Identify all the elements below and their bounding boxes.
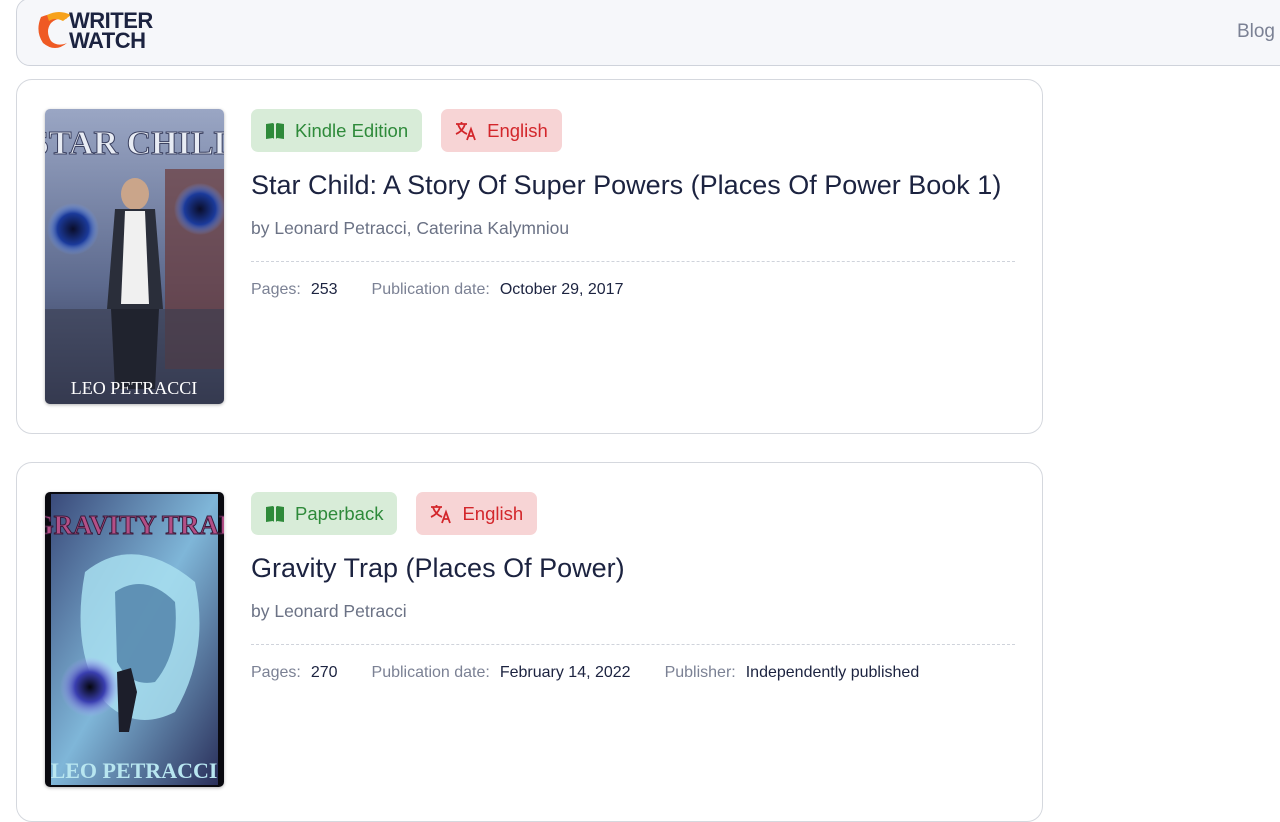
meta-pages: Pages: 253 [251,281,338,299]
language-badge-label: English [487,119,548,141]
language-badge: English [441,109,562,152]
book-title[interactable]: Star Child: A Story Of Super Powers (Pla… [251,170,1001,201]
book-open-icon [266,505,284,522]
meta-publisher-value: Independently published [745,664,920,681]
format-badge: Paperback [251,492,398,535]
book-cover-image[interactable]: STAR CHILD LEO PETRACCI [45,109,224,404]
book-authors: by Leonard Petracci [251,601,407,621]
format-badge-label: Paperback [295,502,384,524]
language-badge-label: English [462,502,524,524]
language-badge: English [416,492,538,535]
meta-pubdate-value: October 29, 2017 [499,281,624,298]
book-title[interactable]: Gravity Trap (Places Of Power) [251,553,625,584]
meta-pubdate: Publication date: October 29, 2017 [372,281,624,299]
nav-blog-link[interactable]: Blog [1237,21,1275,43]
meta-publisher: Publisher: Independently published [665,664,920,682]
logo-text-line2: WATCH [69,28,146,53]
meta-pubdate: Publication date: February 14, 2022 [372,664,631,682]
cover-author-text: LEO PETRACCI [51,758,218,783]
format-badge: Kindle Edition [251,109,423,152]
card-divider [251,644,1015,645]
book-authors: by Leonard Petracci, Caterina Kalymniou [251,218,570,238]
cover-title-text: STAR CHILD [45,125,224,163]
card-divider [251,261,1015,262]
logo-mark-icon [38,12,71,48]
format-badge-label: Kindle Edition [295,119,409,141]
meta-pages-value: 253 [310,281,338,298]
meta-publisher-label: Publisher: [664,664,736,681]
meta-pubdate-label: Publication date: [371,664,490,681]
translate-icon [431,504,452,523]
meta-pages-value: 270 [310,664,338,681]
book-meta: Pages: 270 Publication date: February 14… [251,664,953,682]
book-card[interactable]: GRAVITY TRAP LEO PETRACCI Paperback Engl… [16,462,1043,822]
book-badges: Paperback English [251,492,538,535]
translate-icon [455,121,476,140]
meta-pages-label: Pages: [251,664,301,681]
svg-text:GRAVITY TRAP: GRAVITY TRAP [45,510,224,540]
writerwatch-logo[interactable]: WRITER WATCH [37,10,177,55]
cover-title-text: GRAVITY TRAP [45,510,224,541]
book-open-icon [266,122,284,139]
book-cover-image[interactable]: GRAVITY TRAP LEO PETRACCI [45,492,224,787]
book-badges: Kindle Edition English [251,109,562,152]
cover-author-text: LEO PETRACCI [71,378,198,398]
svg-text:STAR CHILD: STAR CHILD [45,125,224,162]
meta-pubdate-value: February 14, 2022 [499,664,631,681]
meta-pages-label: Pages: [251,281,301,298]
top-navbar: WRITER WATCH Blog [16,0,1280,66]
book-card[interactable]: STAR CHILD LEO PETRACCI Kindle Edition E… [16,79,1043,434]
meta-pubdate-label: Publication date: [371,281,490,298]
meta-pages: Pages: 270 [251,664,338,682]
book-meta: Pages: 253 Publication date: October 29,… [251,281,657,299]
